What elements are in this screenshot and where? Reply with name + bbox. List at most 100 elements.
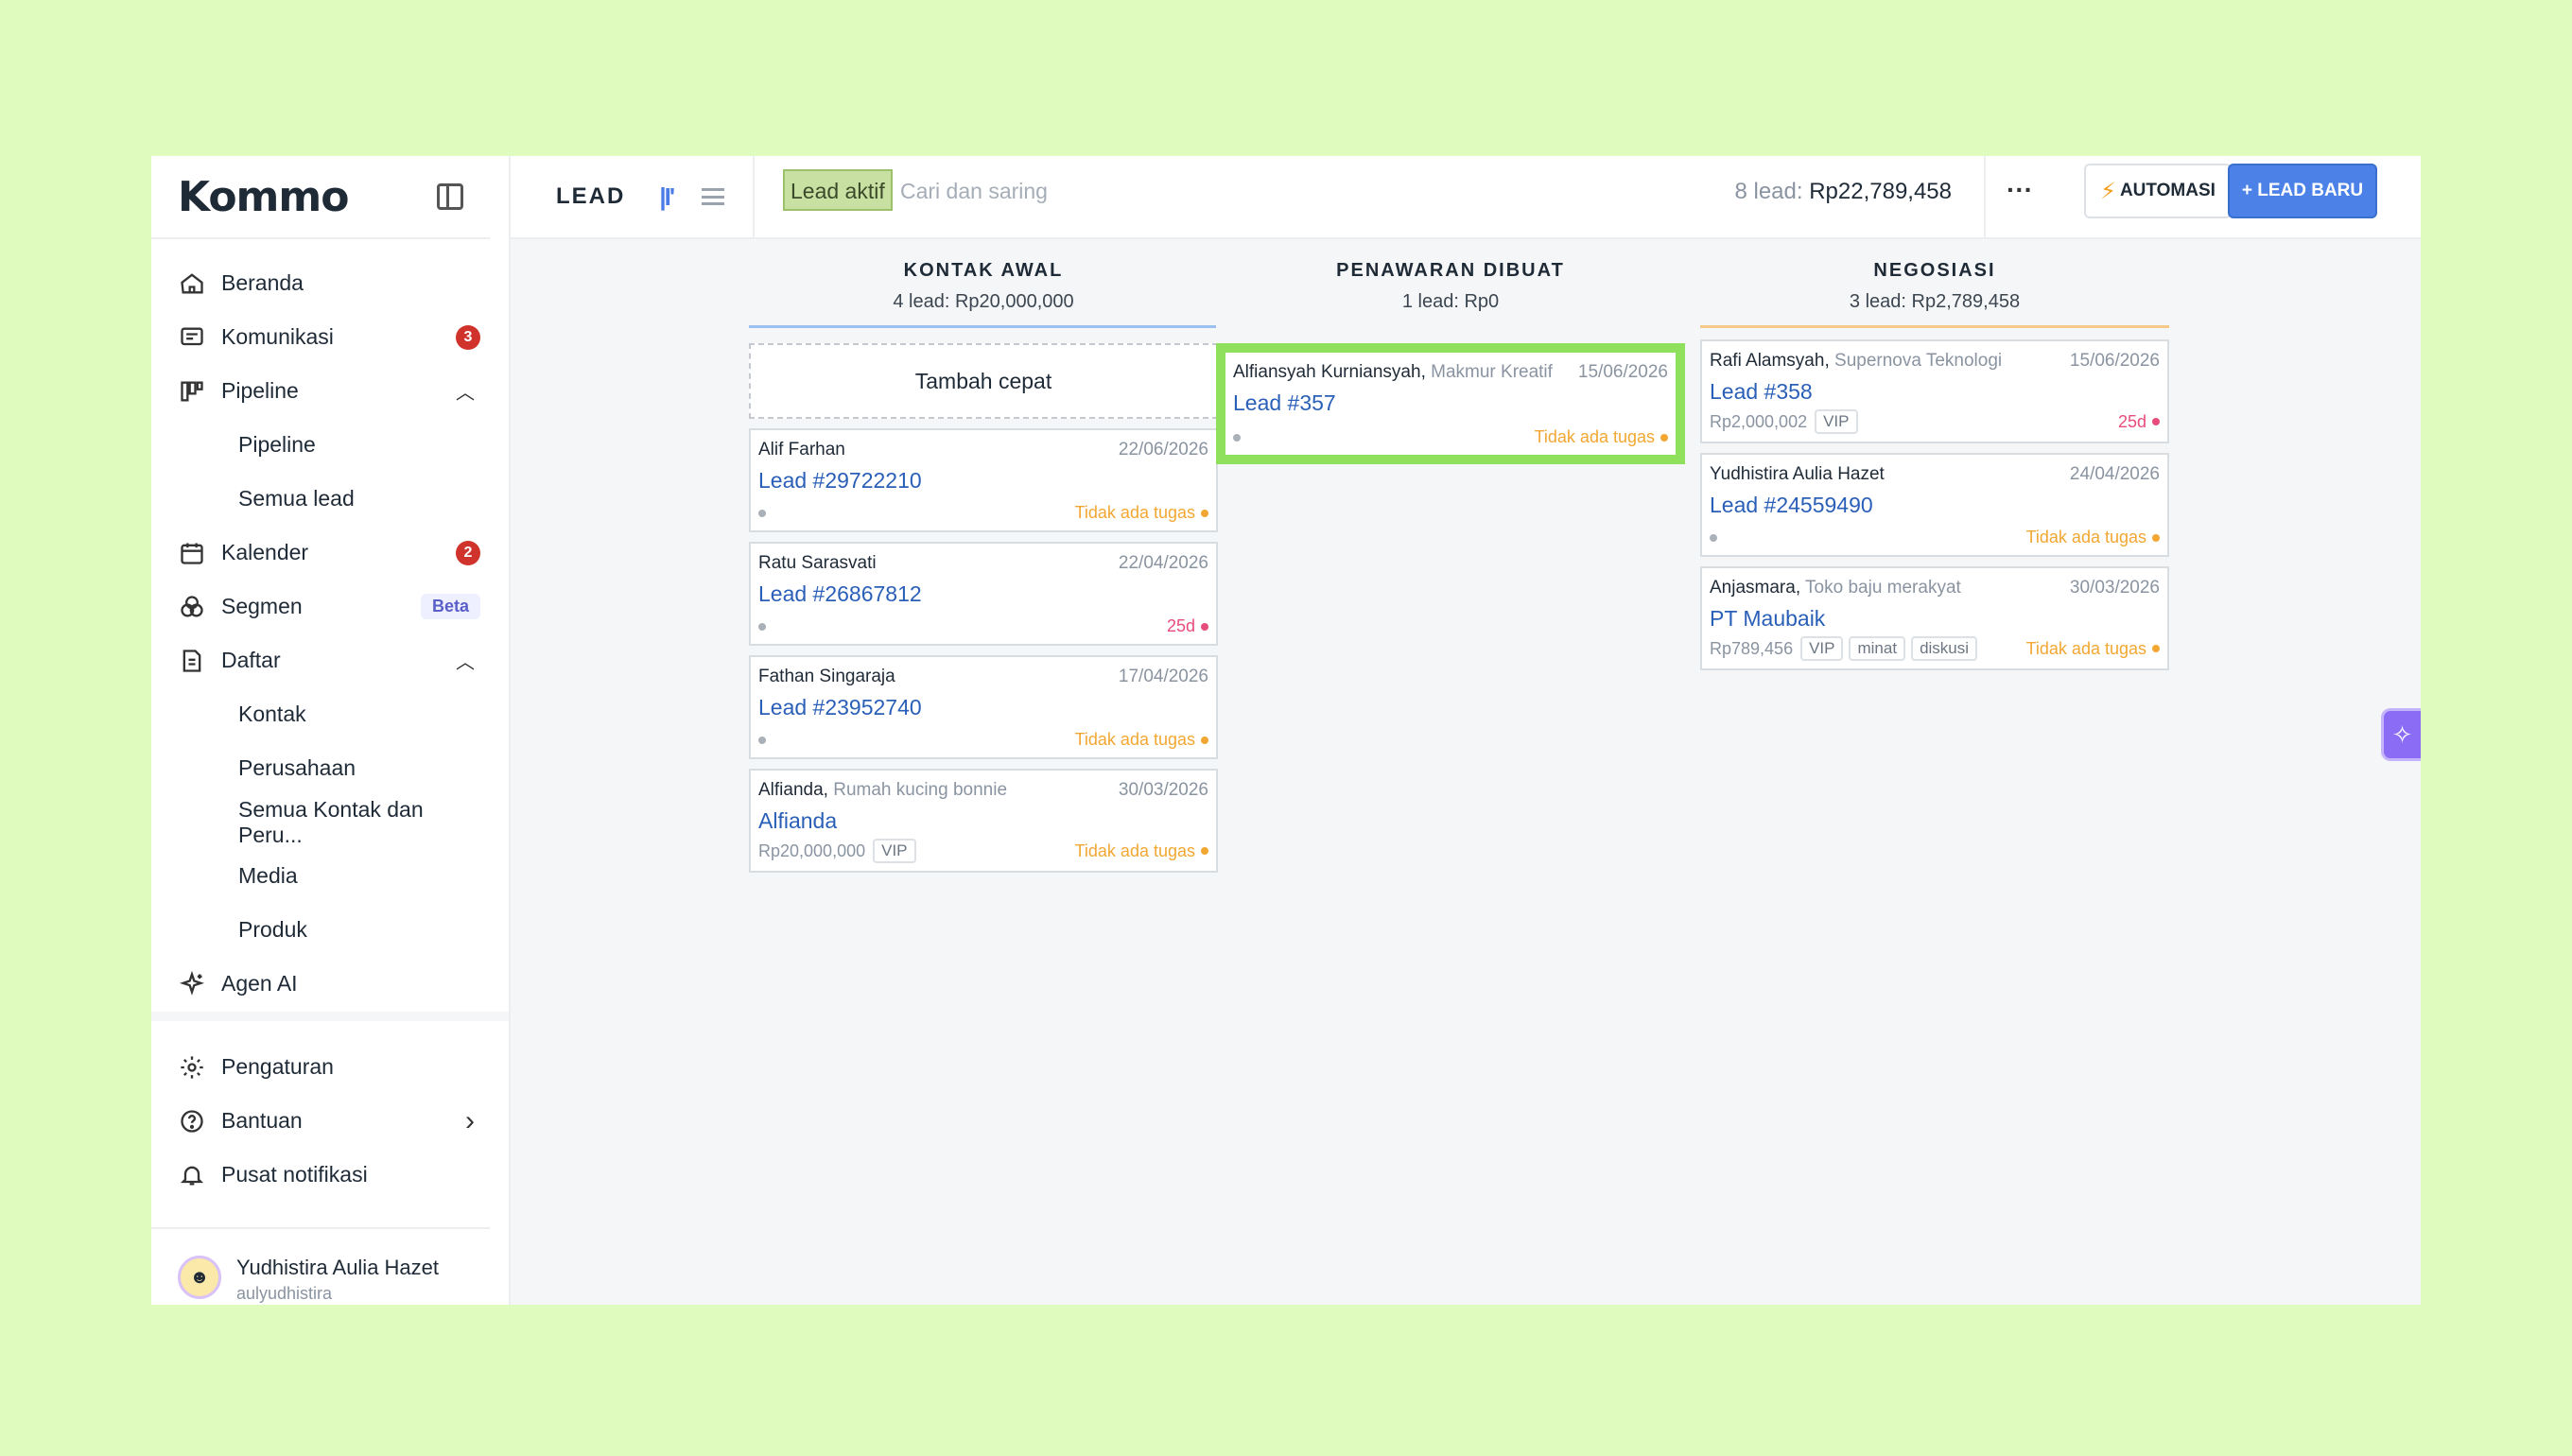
sidebar-item-semua-lead[interactable]: Semua lead xyxy=(151,472,509,526)
more-options-button[interactable]: ··· xyxy=(2007,175,2033,205)
search-input[interactable]: Cari dan saring xyxy=(900,179,1048,204)
sidebar-item-semua-kontak-dan-peru[interactable]: Semua Kontak dan Peru... xyxy=(151,795,509,849)
automation-button[interactable]: ⚡ AUTOMASI xyxy=(2084,164,2232,218)
task-status[interactable]: Tidak ada tugas xyxy=(1535,427,1668,447)
card-date: 17/04/2026 xyxy=(1118,667,1208,686)
sidebar-collapse-icon[interactable] xyxy=(437,183,463,210)
sidebar-item-daftar[interactable]: Daftar ︿ xyxy=(151,633,509,687)
card-date: 15/06/2026 xyxy=(1577,362,1668,382)
lead-link[interactable]: Lead #357 xyxy=(1233,390,1668,416)
task-status[interactable]: Tidak ada tugas xyxy=(2026,528,2160,547)
sidebar-item-label: Pengaturan xyxy=(221,1054,334,1079)
sidebar-item-kalender[interactable]: Kalender 2 xyxy=(151,526,509,580)
task-status[interactable]: 25d xyxy=(1167,616,1208,636)
card-header: Rafi Alamsyah, Supernova Teknologi 15/06/… xyxy=(1710,351,2160,372)
card-date: 30/03/2026 xyxy=(2069,578,2160,598)
contact-name[interactable]: Ratu Sarasvati xyxy=(758,553,877,573)
sidebar-item-pipeline[interactable]: Pipeline ︿ xyxy=(151,364,509,418)
lead-card[interactable]: Yudhistira Aulia Hazet 24/04/2026 Lead #2… xyxy=(1700,453,2169,557)
card-header: Yudhistira Aulia Hazet 24/04/2026 xyxy=(1710,464,2160,485)
new-lead-button[interactable]: + LEAD BARU xyxy=(2228,164,2377,218)
lead-link[interactable]: Lead #24559490 xyxy=(1710,493,2160,518)
sidebar-header: Kommo xyxy=(151,156,490,239)
sidebar-item-kontak[interactable]: Kontak xyxy=(151,687,509,741)
sidebar-item-perusahaan[interactable]: Perusahaan xyxy=(151,741,509,795)
card-date: 30/03/2026 xyxy=(1118,780,1208,800)
task-status-label: Tidak ada tugas xyxy=(1074,730,1195,749)
gear-icon xyxy=(178,1053,206,1082)
sidebar-item-pengaturan[interactable]: Pengaturan xyxy=(151,1040,509,1094)
sidebar-item-beranda[interactable]: Beranda xyxy=(151,256,509,310)
lead-link[interactable]: Lead #29722210 xyxy=(758,468,1208,494)
lead-tag[interactable]: minat xyxy=(1849,636,1906,661)
lead-price: Rp2,000,002 xyxy=(1710,411,1808,431)
contact-name[interactable]: Fathan Singaraja xyxy=(758,667,895,686)
company-name[interactable]: Supernova Teknologi xyxy=(1834,351,2002,371)
notification-badge: 2 xyxy=(456,540,480,565)
sidebar-item-bantuan[interactable]: Bantuan › xyxy=(151,1094,509,1148)
contact-name[interactable]: Anjasmara, xyxy=(1710,578,1800,598)
sidebar-item-segmen[interactable]: Segmen Beta xyxy=(151,580,509,633)
company-name[interactable]: Makmur Kreatif xyxy=(1431,362,1553,382)
kommo-logo[interactable]: Kommo xyxy=(178,173,349,221)
sidebar-item-produk[interactable]: Produk xyxy=(151,903,509,957)
chevron-up-icon[interactable]: ︿ xyxy=(456,377,475,405)
top-bar: LEAD |I' Lead aktif Cari dan saring 8 le… xyxy=(511,156,2421,239)
contact-name[interactable]: Alfiansyah Kurniansyah, xyxy=(1233,362,1426,382)
lead-card[interactable]: Fathan Singaraja 17/04/2026 Lead #2395274… xyxy=(749,655,1218,759)
lead-tag[interactable]: VIP xyxy=(873,839,916,863)
user-profile[interactable]: ☻ Yudhistira Aulia Hazet aulyudhistira xyxy=(151,1227,490,1304)
sidebar-item-pusat-notifikasi[interactable]: Pusat notifikasi xyxy=(151,1148,509,1202)
lead-link[interactable]: PT Maubaik xyxy=(1710,606,2160,632)
lead-tag[interactable]: diskusi xyxy=(1911,636,1978,661)
sidebar-item-pipeline[interactable]: Pipeline xyxy=(151,418,509,472)
sidebar-item-label: Pusat notifikasi xyxy=(221,1162,368,1187)
lead-summary: 8 lead: Rp22,789,458 xyxy=(1734,179,1952,205)
lead-card[interactable]: Rafi Alamsyah, Supernova Teknologi 15/06/… xyxy=(1700,339,2169,443)
lead-link[interactable]: Lead #23952740 xyxy=(758,695,1208,720)
quick-add-button[interactable]: Tambah cepat xyxy=(749,343,1218,419)
chat-icon xyxy=(178,323,206,352)
task-status[interactable]: Tidak ada tugas xyxy=(1075,730,1208,750)
beta-badge: Beta xyxy=(420,594,480,619)
task-status[interactable]: Tidak ada tugas xyxy=(1075,503,1208,523)
lead-card[interactable]: Ratu Sarasvati 22/04/2026 Lead #26867812 2… xyxy=(749,542,1218,646)
contact-name[interactable]: Alif Farhan xyxy=(758,440,845,459)
lead-tag[interactable]: VIP xyxy=(1815,409,1858,434)
sidebar-item-label: Beranda xyxy=(221,270,304,295)
divider xyxy=(753,156,755,237)
summary-value: Rp22,789,458 xyxy=(1809,179,1952,204)
lead-tag[interactable]: VIP xyxy=(1800,636,1844,661)
card-header: Fathan Singaraja 17/04/2026 xyxy=(758,667,1208,687)
chevron-right-icon[interactable]: › xyxy=(465,1105,475,1137)
sidebar-item-media[interactable]: Media xyxy=(151,849,509,903)
company-name[interactable]: Toko baju merakyat xyxy=(1805,578,1961,598)
sidebar-item-komunikasi[interactable]: Komunikasi 3 xyxy=(151,310,509,364)
avatar[interactable]: ☻ xyxy=(178,1256,221,1299)
lead-card[interactable]: Alfianda, Rumah kucing bonnie 30/03/2026 A… xyxy=(749,769,1218,873)
contact-name[interactable]: Rafi Alamsyah, xyxy=(1710,351,1830,371)
company-name[interactable]: Rumah kucing bonnie xyxy=(833,780,1007,800)
lead-link[interactable]: Lead #26867812 xyxy=(758,581,1208,607)
lead-link[interactable]: Lead #358 xyxy=(1710,379,2160,405)
task-status[interactable]: Tidak ada tugas xyxy=(2026,639,2160,659)
chevron-up-icon[interactable]: ︿ xyxy=(456,647,475,674)
task-status-label: Tidak ada tugas xyxy=(1534,427,1655,446)
kanban-view-icon[interactable]: |I' xyxy=(659,182,675,212)
sidebar-item-agen-ai[interactable]: Agen AI xyxy=(151,957,509,1011)
task-status[interactable]: Tidak ada tugas xyxy=(1075,841,1208,861)
contact-name[interactable]: Alfianda, xyxy=(758,780,828,800)
lead-card[interactable]: Alif Farhan 22/06/2026 Lead #29722210 Tida… xyxy=(749,428,1218,532)
lead-card[interactable]: Alfiansyah Kurniansyah, Makmur Kreatif 15… xyxy=(1216,343,1685,464)
status-dot-icon xyxy=(1660,433,1668,442)
list-view-icon[interactable] xyxy=(702,188,725,205)
ai-assistant-sparkle-icon[interactable]: ✧ xyxy=(2381,708,2421,761)
contact-name[interactable]: Yudhistira Aulia Hazet xyxy=(1710,464,1885,484)
task-status[interactable]: 25d xyxy=(2118,412,2160,432)
filter-tag-active[interactable]: Lead aktif xyxy=(783,169,893,211)
pipeline-column: PENAWARAN DIBUAT 1 lead: Rp0 Alfiansyah Ku… xyxy=(1216,239,1685,464)
status-dot-icon xyxy=(758,736,766,744)
lead-card[interactable]: Anjasmara, Toko baju merakyat 30/03/2026 P… xyxy=(1700,566,2169,670)
lead-link[interactable]: Alfianda xyxy=(758,808,1208,834)
sidebar-item-label: Semua lead xyxy=(238,486,355,511)
